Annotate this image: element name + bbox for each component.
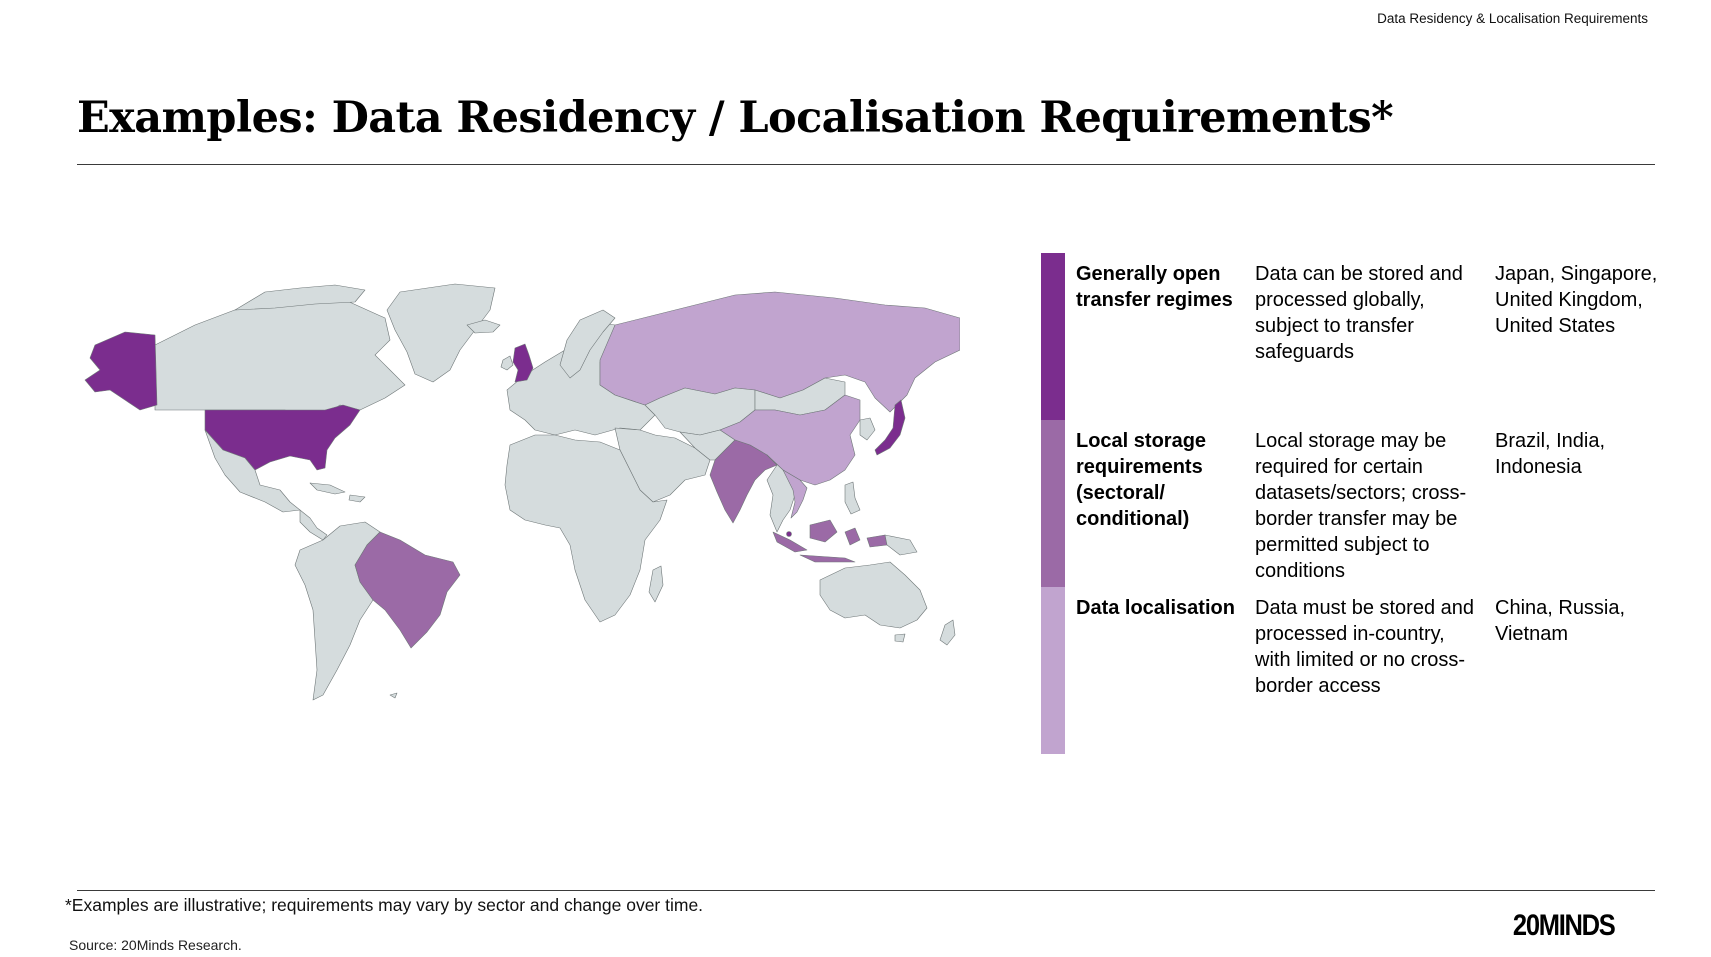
legend-category: Generally open transfer regimes [1076,263,1233,311]
singapore [786,531,792,537]
madagascar [648,565,664,603]
legend-category: Data localisation [1076,597,1235,619]
legend-description: Data must be stored and processed in-cou… [1255,597,1475,697]
canada [154,299,406,421]
legend-examples: Brazil, India, Indonesia [1495,430,1606,478]
brand-logo: 20MINDS [1513,909,1616,942]
legend-description: Local storage may be required for certai… [1255,430,1467,582]
southern-islands [389,692,398,699]
footnote: *Examples are illustrative; requirements… [65,895,704,915]
papua-new-guinea [884,534,918,556]
page-title: Examples: Data Residency / Localisation … [77,93,1394,143]
legend-description: Data can be stored and processed globall… [1255,263,1463,363]
alaska [84,331,158,411]
indonesia [772,519,888,563]
central-america [299,509,328,541]
legend-examples: Japan, Singapore, United Kingdom, United… [1495,263,1658,337]
legend-table: Generally open transfer regimes Data can… [1041,253,1661,754]
tasmania [894,633,906,643]
russia [599,291,960,413]
legend-row-localisation: Data localisation Data must be stored an… [1041,587,1661,754]
legend-category: Local storage requirements (sectoral/ co… [1076,430,1207,530]
legend-row-local-storage: Local storage requirements (sectoral/ co… [1041,420,1661,587]
ireland [500,355,514,371]
legend-row-open: Generally open transfer regimes Data can… [1041,253,1661,420]
australia [819,561,928,629]
caribbean-islands [309,482,366,503]
footer-divider [77,890,1655,891]
philippines [844,481,861,515]
korea [859,417,876,441]
header-label: Data Residency & Localisation Requiremen… [1377,11,1648,26]
title-divider [77,164,1655,165]
world-map [84,283,960,701]
legend-examples: China, Russia, Vietnam [1495,597,1626,645]
new-zealand [939,619,956,646]
brazil [354,531,461,649]
source-note: Source: 20Minds Research. [69,937,242,953]
legend-swatch-localisation [1041,587,1065,754]
legend-swatch-local-storage [1041,420,1065,587]
legend-swatch-open [1041,253,1065,420]
